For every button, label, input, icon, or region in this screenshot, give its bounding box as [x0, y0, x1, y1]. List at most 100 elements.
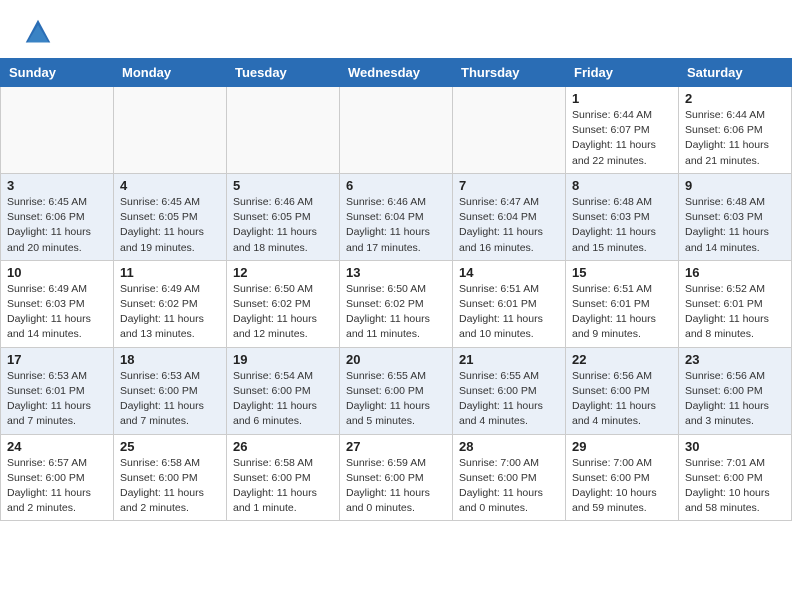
calendar-week-row: 3 Sunrise: 6:45 AMSunset: 6:06 PMDaylight…	[1, 173, 792, 260]
calendar-cell: 21 Sunrise: 6:55 AMSunset: 6:00 PMDayligh…	[453, 347, 566, 434]
weekday-header-row: SundayMondayTuesdayWednesdayThursdayFrid…	[1, 59, 792, 87]
day-number: 20	[346, 352, 446, 367]
calendar-week-row: 10Sunrise: 6:49 AMSunset: 6:03 PMDayligh…	[1, 260, 792, 347]
day-info: Sunrise: 6:44 AMSunset: 6:06 PMDaylight:…	[685, 108, 785, 169]
calendar-cell: 9 Sunrise: 6:48 AMSunset: 6:03 PMDaylight…	[679, 173, 792, 260]
day-info: Sunrise: 6:58 AMSunset: 6:00 PMDaylight:…	[233, 456, 333, 517]
calendar-cell	[1, 87, 114, 174]
day-number: 26	[233, 439, 333, 454]
calendar-cell: 18 Sunrise: 6:53 AMSunset: 6:00 PMDayligh…	[114, 347, 227, 434]
day-number: 15	[572, 265, 672, 280]
day-number: 27	[346, 439, 446, 454]
calendar-cell	[114, 87, 227, 174]
day-number: 3	[7, 178, 107, 193]
calendar-cell	[340, 87, 453, 174]
day-info: Sunrise: 6:58 AMSunset: 6:00 PMDaylight:…	[120, 456, 220, 517]
day-number: 16	[685, 265, 785, 280]
calendar-cell: 10Sunrise: 6:49 AMSunset: 6:03 PMDayligh…	[1, 260, 114, 347]
calendar-cell: 23 Sunrise: 6:56 AMSunset: 6:00 PMDayligh…	[679, 347, 792, 434]
day-info: Sunrise: 6:50 AMSunset: 6:02 PMDaylight:…	[346, 282, 446, 343]
calendar-cell: 1 Sunrise: 6:44 AMSunset: 6:07 PMDaylight…	[566, 87, 679, 174]
day-number: 30	[685, 439, 785, 454]
calendar-cell: 14Sunrise: 6:51 AMSunset: 6:01 PMDayligh…	[453, 260, 566, 347]
page-header	[0, 0, 792, 58]
calendar-cell: 27Sunrise: 6:59 AMSunset: 6:00 PMDayligh…	[340, 434, 453, 521]
day-number: 8	[572, 178, 672, 193]
weekday-header-thursday: Thursday	[453, 59, 566, 87]
day-info: Sunrise: 6:53 AMSunset: 6:01 PMDaylight:…	[7, 369, 107, 430]
calendar-cell: 15 Sunrise: 6:51 AMSunset: 6:01 PMDayligh…	[566, 260, 679, 347]
day-number: 14	[459, 265, 559, 280]
day-info: Sunrise: 6:49 AMSunset: 6:02 PMDaylight:…	[120, 282, 220, 343]
day-info: Sunrise: 6:48 AMSunset: 6:03 PMDaylight:…	[572, 195, 672, 256]
day-info: Sunrise: 6:55 AMSunset: 6:00 PMDaylight:…	[459, 369, 559, 430]
calendar-cell: 26 Sunrise: 6:58 AMSunset: 6:00 PMDayligh…	[227, 434, 340, 521]
day-number: 28	[459, 439, 559, 454]
day-number: 5	[233, 178, 333, 193]
day-info: Sunrise: 6:53 AMSunset: 6:00 PMDaylight:…	[120, 369, 220, 430]
calendar-cell: 20 Sunrise: 6:55 AMSunset: 6:00 PMDayligh…	[340, 347, 453, 434]
day-info: Sunrise: 6:50 AMSunset: 6:02 PMDaylight:…	[233, 282, 333, 343]
calendar-cell: 30 Sunrise: 7:01 AMSunset: 6:00 PMDayligh…	[679, 434, 792, 521]
day-number: 11	[120, 265, 220, 280]
logo-icon	[24, 18, 52, 46]
day-number: 21	[459, 352, 559, 367]
calendar-cell: 12 Sunrise: 6:50 AMSunset: 6:02 PMDayligh…	[227, 260, 340, 347]
calendar-cell: 29Sunrise: 7:00 AMSunset: 6:00 PMDayligh…	[566, 434, 679, 521]
day-info: Sunrise: 6:57 AMSunset: 6:00 PMDaylight:…	[7, 456, 107, 517]
day-number: 18	[120, 352, 220, 367]
day-info: Sunrise: 6:56 AMSunset: 6:00 PMDaylight:…	[572, 369, 672, 430]
day-number: 12	[233, 265, 333, 280]
day-info: Sunrise: 6:54 AMSunset: 6:00 PMDaylight:…	[233, 369, 333, 430]
day-number: 25	[120, 439, 220, 454]
calendar-cell: 25 Sunrise: 6:58 AMSunset: 6:00 PMDayligh…	[114, 434, 227, 521]
weekday-header-monday: Monday	[114, 59, 227, 87]
day-info: Sunrise: 6:48 AMSunset: 6:03 PMDaylight:…	[685, 195, 785, 256]
day-info: Sunrise: 6:55 AMSunset: 6:00 PMDaylight:…	[346, 369, 446, 430]
day-info: Sunrise: 6:47 AMSunset: 6:04 PMDaylight:…	[459, 195, 559, 256]
day-number: 23	[685, 352, 785, 367]
day-info: Sunrise: 6:51 AMSunset: 6:01 PMDaylight:…	[572, 282, 672, 343]
calendar-cell: 5 Sunrise: 6:46 AMSunset: 6:05 PMDaylight…	[227, 173, 340, 260]
calendar-cell: 13 Sunrise: 6:50 AMSunset: 6:02 PMDayligh…	[340, 260, 453, 347]
day-info: Sunrise: 7:00 AMSunset: 6:00 PMDaylight:…	[459, 456, 559, 517]
logo-container	[24, 18, 54, 48]
day-number: 9	[685, 178, 785, 193]
calendar-cell: 4Sunrise: 6:45 AMSunset: 6:05 PMDaylight…	[114, 173, 227, 260]
day-number: 2	[685, 91, 785, 106]
calendar-cell: 17 Sunrise: 6:53 AMSunset: 6:01 PMDayligh…	[1, 347, 114, 434]
calendar-cell: 3 Sunrise: 6:45 AMSunset: 6:06 PMDaylight…	[1, 173, 114, 260]
calendar-cell: 6 Sunrise: 6:46 AMSunset: 6:04 PMDaylight…	[340, 173, 453, 260]
weekday-header-friday: Friday	[566, 59, 679, 87]
calendar-cell: 19 Sunrise: 6:54 AMSunset: 6:00 PMDayligh…	[227, 347, 340, 434]
calendar-cell: 16 Sunrise: 6:52 AMSunset: 6:01 PMDayligh…	[679, 260, 792, 347]
calendar-cell	[227, 87, 340, 174]
weekday-header-saturday: Saturday	[679, 59, 792, 87]
weekday-header-wednesday: Wednesday	[340, 59, 453, 87]
day-info: Sunrise: 6:52 AMSunset: 6:01 PMDaylight:…	[685, 282, 785, 343]
day-info: Sunrise: 7:01 AMSunset: 6:00 PMDaylight:…	[685, 456, 785, 517]
day-number: 1	[572, 91, 672, 106]
calendar-cell: 8 Sunrise: 6:48 AMSunset: 6:03 PMDaylight…	[566, 173, 679, 260]
calendar-cell: 24 Sunrise: 6:57 AMSunset: 6:00 PMDayligh…	[1, 434, 114, 521]
day-number: 4	[120, 178, 220, 193]
weekday-header-tuesday: Tuesday	[227, 59, 340, 87]
calendar-cell	[453, 87, 566, 174]
day-info: Sunrise: 6:46 AMSunset: 6:05 PMDaylight:…	[233, 195, 333, 256]
day-number: 13	[346, 265, 446, 280]
day-number: 22	[572, 352, 672, 367]
day-number: 19	[233, 352, 333, 367]
day-info: Sunrise: 6:45 AMSunset: 6:06 PMDaylight:…	[7, 195, 107, 256]
logo	[24, 18, 54, 48]
day-number: 7	[459, 178, 559, 193]
day-info: Sunrise: 7:00 AMSunset: 6:00 PMDaylight:…	[572, 456, 672, 517]
day-number: 24	[7, 439, 107, 454]
weekday-header-sunday: Sunday	[1, 59, 114, 87]
day-number: 6	[346, 178, 446, 193]
day-info: Sunrise: 6:44 AMSunset: 6:07 PMDaylight:…	[572, 108, 672, 169]
day-info: Sunrise: 6:46 AMSunset: 6:04 PMDaylight:…	[346, 195, 446, 256]
calendar-week-row: 1 Sunrise: 6:44 AMSunset: 6:07 PMDaylight…	[1, 87, 792, 174]
calendar-cell: 7 Sunrise: 6:47 AMSunset: 6:04 PMDaylight…	[453, 173, 566, 260]
day-number: 17	[7, 352, 107, 367]
day-info: Sunrise: 6:56 AMSunset: 6:00 PMDaylight:…	[685, 369, 785, 430]
